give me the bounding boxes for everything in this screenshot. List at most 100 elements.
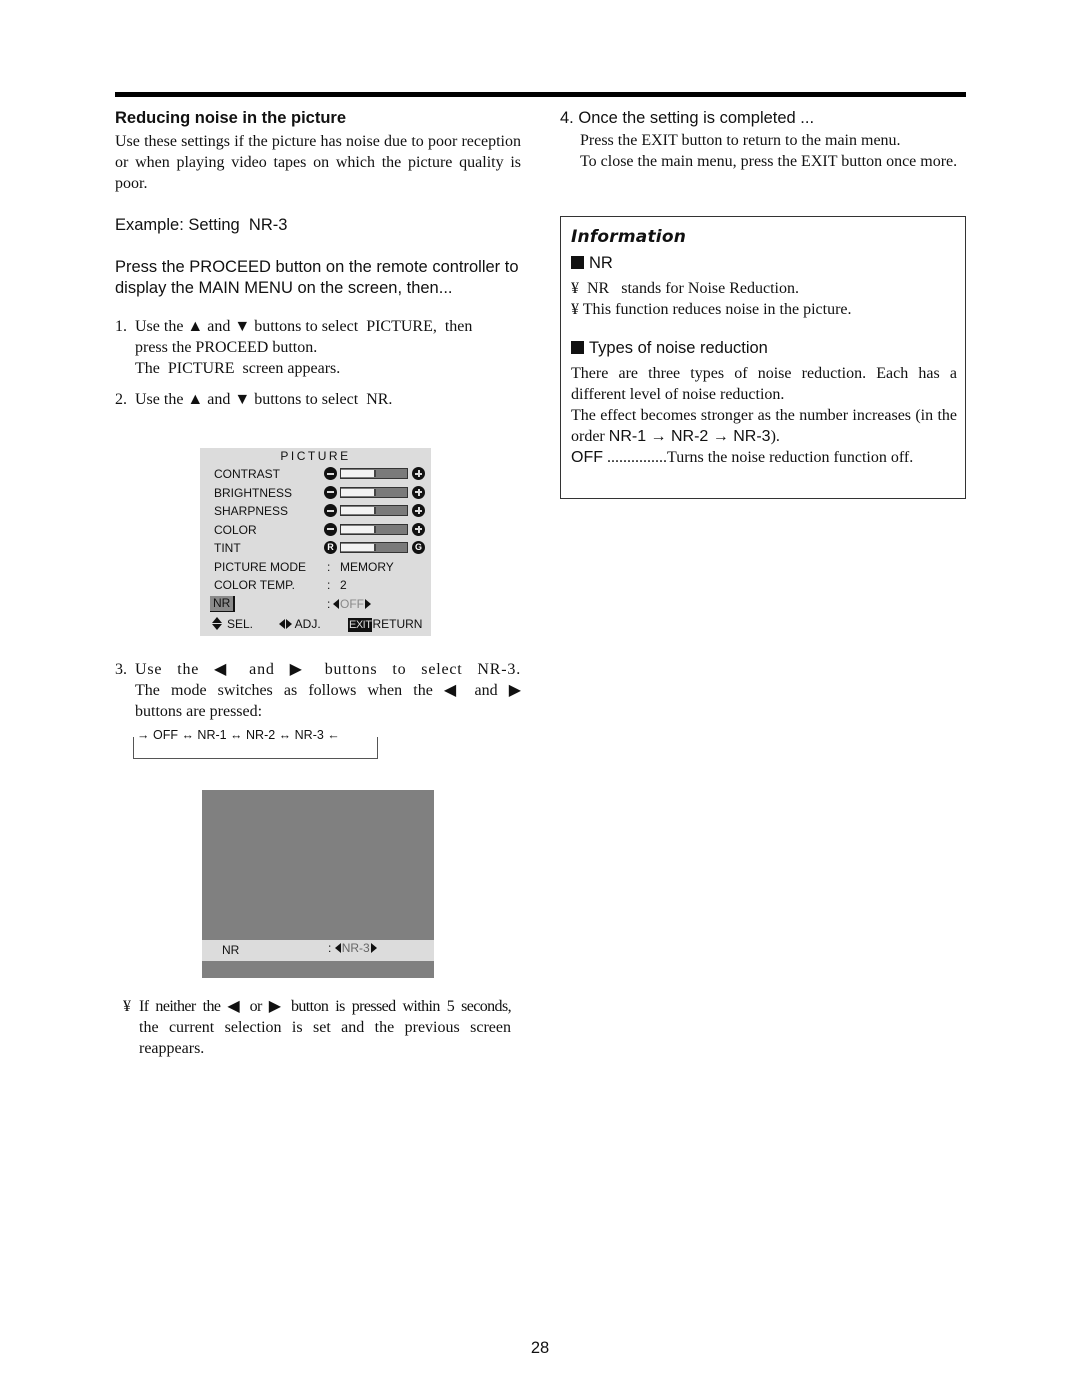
right-arrow-icon [365,598,371,609]
leader-dots: ............... [607,449,667,466]
information-title: Information [571,227,687,247]
step-4-title: 4. Once the setting is completed ... [560,108,966,129]
osd-nr-value[interactable]: OFF [333,596,371,612]
cycle-sequence: → OFF ↔ NR-1 ↔ NR-2 ↔ NR-3 ← [135,728,342,742]
osd-slider-row-brightness[interactable]: BRIGHTNESS [214,485,425,501]
step-2: 2. Use the ▲ and ▼ buttons to select NR. [115,389,560,410]
press-instruction: Press the PROCEED button on the remote c… [115,258,519,297]
intro-paragraph: Use these settings if the picture has no… [115,133,521,192]
step-3: 3. Use the ◀ and ▶ buttons to select NR-… [115,659,521,722]
osd-slider-row-tint[interactable]: TINT R G [214,540,425,556]
minus-icon [324,485,337,499]
step-number: 3. [115,661,127,678]
types-paragraph-2: The effect becomes stronger as the numbe… [571,405,957,447]
green-g-icon: G [412,541,425,554]
example-heading: Example: Setting NR-3 [115,216,288,234]
step-line: The mode switches as follows when the ◀ … [135,682,521,699]
osd-slider-bar[interactable] [340,542,408,553]
osd-setting-row-picture-mode[interactable]: PICTURE MODE : MEMORY [214,559,424,575]
osd-slider-row-color[interactable]: COLOR [214,522,425,538]
types-order: NR-1 → NR-2 → NR-3 [608,428,771,445]
osd-footer: SEL. ADJ. EXITRETURN [212,616,427,632]
osd-slider-bar[interactable] [340,523,408,535]
osd-sel-label: SEL. [227,617,254,631]
off-description: Turns the noise reduction function off. [667,449,914,466]
minus-icon [324,522,337,536]
osd-slider-bar[interactable] [340,468,408,479]
osd-nr-label: NR [222,943,240,957]
osd-nr-band[interactable]: NR : NR-3 [202,940,434,961]
osd-colon: : [328,941,332,955]
red-r-icon: R [324,541,337,554]
osd-slider-fill [341,544,376,551]
osd-setting-value: 2 [340,578,347,592]
osd-setting-value: MEMORY [340,559,394,574]
bullet-icon: ¥ [123,998,131,1015]
osd-slider-label: COLOR [214,522,257,537]
osd-slider-label: SHARPNESS [214,504,289,518]
step-line: press the PROCEED button. [135,339,318,356]
osd-nr-row-selected[interactable]: NR : OFF [210,595,424,612]
step-line: Press the EXIT button to return to the m… [580,132,901,149]
nr-heading: NR [571,253,957,274]
osd-picture-menu: PICTURE CONTRAST BRIGHTNESS SHARPNESS CO… [200,448,431,636]
osd-nr-label-highlighted: NR [210,595,236,612]
osd-slider-bar[interactable] [340,486,408,498]
osd-slider-label: BRIGHTNESS [214,485,293,500]
step-line: Use the ◀ and ▶ buttons to select NR-3. [135,661,521,678]
nr-bullet: ¥ NR stands for Noise Reduction. [571,280,799,297]
types-heading-text: Types of noise reduction [589,339,768,357]
left-arrow-icon [334,943,341,953]
osd-adj-label: ADJ. [294,617,321,631]
osd-nr-value[interactable]: : NR-3 [328,938,377,959]
timeout-note: ¥ If neither the ◀ or ▶ button is presse… [123,996,512,1059]
step-number: 1. [115,318,127,335]
types-paragraph-2-suffix: ). [770,428,780,445]
plus-icon [412,504,425,517]
note-line: the current selection is set and the pre… [139,1019,511,1036]
osd-nr-value-text: OFF [340,596,364,611]
step-line: The PICTURE screen appears. [135,360,341,377]
steps-list: 1. Use the ▲ and ▼ buttons to select PIC… [115,316,560,410]
osd-colon: : [327,596,331,611]
square-bullet-icon [571,256,584,269]
up-down-arrows-icon [212,617,222,631]
types-description: There are three types of noise reduction… [571,363,957,468]
off-term: OFF [571,449,603,466]
nr-heading-text: NR [589,254,613,272]
osd-slider-fill [341,507,376,514]
osd-slider-fill [341,525,376,533]
osd-setting-row-color-temp[interactable]: COLOR TEMP. : 2 [214,577,424,593]
left-column: Reducing noise in the picture Use these … [115,108,560,410]
step-4-body: Press the EXIT button to return to the m… [560,130,965,172]
osd-setting-label: PICTURE MODE [214,559,307,574]
plus-icon [412,467,425,480]
osd-slider-row-sharpness[interactable]: SHARPNESS [214,503,425,519]
minus-icon [324,467,337,480]
step-title: Once the setting is completed ... [578,109,815,127]
section-title: Reducing noise in the picture [115,109,347,127]
off-definition: OFF ...............Turns the noise reduc… [571,447,957,468]
minus-icon [324,504,337,517]
nr-bullet: ¥ This function reduces noise in the pic… [571,301,852,318]
osd-return-label: RETURN [372,617,423,631]
right-column: 4. Once the setting is completed ... Pre… [560,108,966,172]
osd-slider-fill [341,488,376,496]
osd-slider-label: CONTRAST [214,467,280,481]
osd-slider-fill [341,470,376,477]
step-line: To close the main menu, press the EXIT b… [580,153,958,170]
step-line: buttons are pressed: [135,703,263,720]
note-line: reappears. [139,1040,205,1057]
left-arrow-icon [333,598,339,609]
osd-slider-bar[interactable] [340,505,408,516]
osd-setting-label: COLOR TEMP. [214,578,295,592]
square-bullet-icon [571,341,584,354]
step-line: Use the ▲ and ▼ buttons to select NR. [135,391,393,408]
information-box: Information NR ¥ NR stands for Noise Red… [560,216,966,499]
step-number: 2. [115,391,127,408]
exit-key-icon: EXIT [348,618,373,632]
osd-adj-group: ADJ. [279,616,321,632]
osd-slider-label: TINT [214,541,241,555]
osd-slider-row-contrast[interactable]: CONTRAST [214,466,425,482]
plus-icon [412,485,425,499]
